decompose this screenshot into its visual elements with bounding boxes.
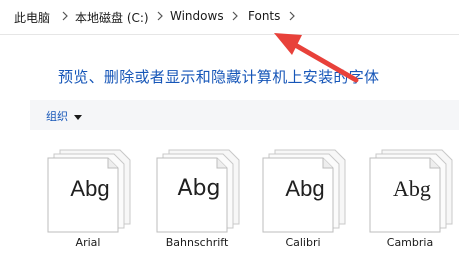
breadcrumb-item-this-pc[interactable]: 此电脑 xyxy=(14,9,50,26)
font-tile-bahnschrift[interactable]: Abg Bahnschrift xyxy=(149,140,245,260)
breadcrumb: 此电脑 本地磁盘 (C:) Windows Fonts xyxy=(0,0,459,35)
font-sample-text: Abg xyxy=(285,176,325,201)
breadcrumb-item-fonts[interactable]: Fonts xyxy=(248,9,280,23)
font-tile-calibri[interactable]: Abg Calibri xyxy=(255,140,351,260)
breadcrumb-item-windows[interactable]: Windows xyxy=(170,9,224,23)
font-tile-cambria[interactable]: Abg Cambria xyxy=(362,140,458,260)
toolbar: 组织 xyxy=(30,100,459,130)
chevron-right-icon xyxy=(157,11,163,21)
chevron-right-icon xyxy=(232,11,238,21)
chevron-right-icon xyxy=(289,11,295,21)
page-heading-link[interactable]: 预览、删除或者显示和隐藏计算机上安装的字体 xyxy=(58,66,379,87)
organize-menu-button[interactable]: 组织 xyxy=(46,108,82,124)
organize-label: 组织 xyxy=(46,110,68,123)
breadcrumb-item-local-disk[interactable]: 本地磁盘 (C:) xyxy=(75,9,149,26)
font-name-label: Cambria xyxy=(386,236,434,249)
font-name-label: Bahnschrift xyxy=(165,236,229,249)
caret-down-icon xyxy=(74,114,82,120)
font-tile-arial[interactable]: Abg Arial xyxy=(40,140,136,260)
font-sample-text: Abg xyxy=(393,176,431,201)
font-name-label: Calibri xyxy=(285,236,321,249)
font-name-label: Arial xyxy=(75,236,101,249)
font-sample-text: Abg xyxy=(177,176,221,201)
chevron-right-icon xyxy=(62,11,68,21)
font-sample-text: Abg xyxy=(70,176,110,201)
